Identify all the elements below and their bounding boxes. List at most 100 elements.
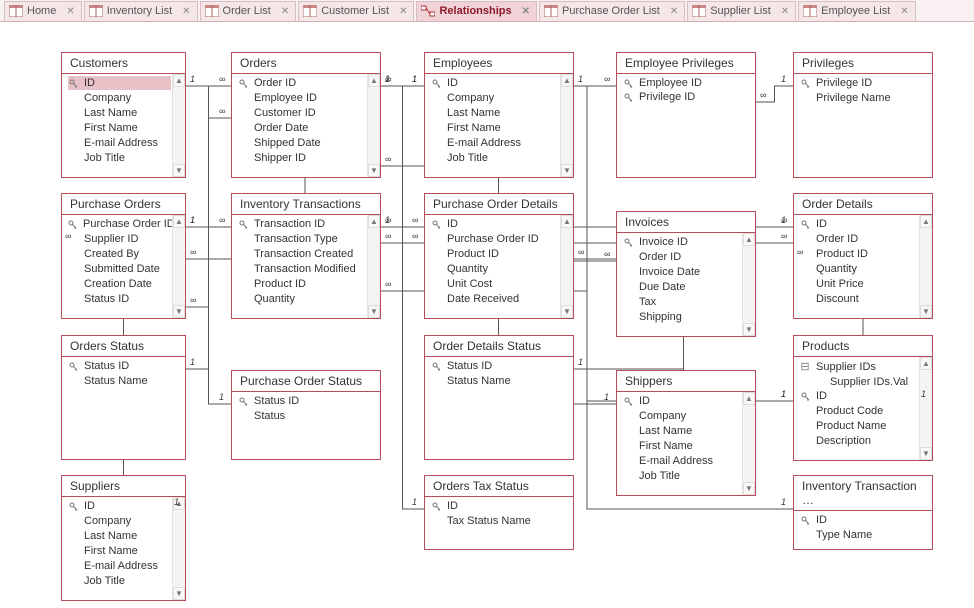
tab-supplier-list[interactable]: Supplier List✕: [687, 1, 796, 21]
entity-order_details_status[interactable]: Order Details Status Status ID🔑Status Nam…: [424, 335, 574, 460]
field-transaction-modified[interactable]: 🔑Transaction Modified: [238, 261, 366, 276]
field-order-id[interactable]: Order ID: [238, 76, 366, 90]
entity-header[interactable]: Orders Status: [62, 336, 185, 357]
field-e-mail-address[interactable]: 🔑E-mail Address: [623, 453, 741, 468]
field-shipping[interactable]: 🔑Shipping: [623, 309, 741, 324]
scroll-up-icon[interactable]: ▲: [920, 215, 932, 228]
entity-header[interactable]: Purchase Orders: [62, 194, 185, 215]
field-creation-date[interactable]: 🔑Creation Date: [68, 276, 171, 291]
field-type-name[interactable]: 🔑Type Name: [800, 527, 918, 542]
scroll-up-icon[interactable]: ▲: [561, 215, 573, 228]
scrollbar[interactable]: ▲▼: [367, 74, 380, 177]
scroll-down-icon[interactable]: ▼: [173, 587, 185, 600]
field-shipped-date[interactable]: 🔑Shipped Date: [238, 135, 366, 150]
field-last-name[interactable]: 🔑Last Name: [623, 423, 741, 438]
field-transaction-created[interactable]: 🔑Transaction Created: [238, 246, 366, 261]
field-transaction-type[interactable]: 🔑Transaction Type: [238, 231, 366, 246]
entity-header[interactable]: Suppliers: [62, 476, 185, 497]
scroll-down-icon[interactable]: ▼: [368, 305, 380, 318]
field-e-mail-address[interactable]: 🔑E-mail Address: [68, 135, 171, 150]
entity-suppliers[interactable]: SuppliersID🔑Company🔑Last Name🔑First Name…: [61, 475, 186, 601]
scrollbar[interactable]: ▲▼: [560, 74, 573, 177]
field-status-name[interactable]: 🔑Status Name: [431, 373, 559, 388]
scroll-down-icon[interactable]: ▼: [743, 482, 755, 495]
field-first-name[interactable]: 🔑First Name: [431, 120, 559, 135]
entity-invoices[interactable]: InvoicesInvoice ID🔑Order ID🔑Invoice Date…: [616, 211, 756, 337]
entity-header[interactable]: Employees: [425, 53, 573, 74]
scroll-up-icon[interactable]: ▲: [368, 215, 380, 228]
entity-header[interactable]: Inventory Transactions: [232, 194, 380, 215]
field-first-name[interactable]: 🔑First Name: [623, 438, 741, 453]
field-customer-id[interactable]: 🔑Customer ID: [238, 105, 366, 120]
field-job-title[interactable]: 🔑Job Title: [431, 150, 559, 165]
field-invoice-date[interactable]: 🔑Invoice Date: [623, 264, 741, 279]
field-job-title[interactable]: 🔑Job Title: [68, 573, 171, 588]
field-id[interactable]: ID: [800, 513, 918, 527]
scrollbar[interactable]: ▲▼: [742, 392, 755, 495]
scroll-up-icon[interactable]: ▲: [173, 215, 185, 228]
entity-inventory_transaction_types[interactable]: Inventory Transaction … ID🔑Type Name: [793, 475, 933, 550]
field-e-mail-address[interactable]: 🔑E-mail Address: [431, 135, 559, 150]
scroll-down-icon[interactable]: ▼: [173, 305, 185, 318]
field-employee-id[interactable]: Employee ID: [623, 76, 741, 90]
entity-header[interactable]: Privileges: [794, 53, 932, 74]
field-product-code[interactable]: 🔑Product Code: [800, 403, 918, 418]
tab-close-icon[interactable]: ✕: [399, 6, 407, 17]
field-product-id[interactable]: 🔑Product ID: [431, 246, 559, 261]
field-status[interactable]: 🔑Status: [238, 408, 366, 423]
field-unit-cost[interactable]: 🔑Unit Cost: [431, 276, 559, 291]
field-quantity[interactable]: 🔑Quantity: [238, 291, 366, 306]
field-id[interactable]: ID: [623, 394, 741, 408]
scroll-up-icon[interactable]: ▲: [561, 74, 573, 87]
field-id[interactable]: ID: [68, 499, 171, 513]
scrollbar[interactable]: ▲▼: [742, 233, 755, 336]
tab-close-icon[interactable]: ✕: [182, 6, 190, 17]
tab-employee-list[interactable]: Employee List✕: [798, 1, 915, 21]
scrollbar[interactable]: ▲▼: [919, 357, 932, 460]
field-job-title[interactable]: 🔑Job Title: [68, 150, 171, 165]
entity-header[interactable]: Orders Tax Status: [425, 476, 573, 497]
tab-close-icon[interactable]: ✕: [281, 6, 289, 17]
tab-close-icon[interactable]: ✕: [781, 6, 789, 17]
tab-relationships[interactable]: Relationships✕: [416, 1, 537, 21]
entity-header[interactable]: Products: [794, 336, 932, 357]
scrollbar[interactable]: ▲▼: [367, 215, 380, 318]
scroll-up-icon[interactable]: ▲: [368, 74, 380, 87]
field-last-name[interactable]: 🔑Last Name: [68, 105, 171, 120]
field-product-id[interactable]: 🔑Product ID: [238, 276, 366, 291]
entity-shippers[interactable]: ShippersID🔑Company🔑Last Name🔑First Name🔑…: [616, 370, 756, 496]
field-description[interactable]: 🔑Description: [800, 433, 918, 448]
field-id[interactable]: ID: [431, 76, 559, 90]
scroll-down-icon[interactable]: ▼: [920, 447, 932, 460]
field-company[interactable]: 🔑Company: [68, 513, 171, 528]
field-due-date[interactable]: 🔑Due Date: [623, 279, 741, 294]
entity-customers[interactable]: CustomersID🔑Company🔑Last Name🔑First Name…: [61, 52, 186, 178]
relationships-canvas[interactable]: CustomersID🔑Company🔑Last Name🔑First Name…: [0, 22, 974, 608]
field-created-by[interactable]: 🔑Created By: [68, 246, 171, 261]
entity-header[interactable]: Order Details Status: [425, 336, 573, 357]
scroll-down-icon[interactable]: ▼: [368, 164, 380, 177]
tab-customer-list[interactable]: Customer List✕: [298, 1, 414, 21]
field-last-name[interactable]: 🔑Last Name: [68, 528, 171, 543]
scroll-down-icon[interactable]: ▼: [920, 305, 932, 318]
tab-close-icon[interactable]: ✕: [522, 6, 530, 17]
scrollbar[interactable]: ▲▼: [560, 215, 573, 318]
scroll-down-icon[interactable]: ▼: [743, 323, 755, 336]
field-submitted-date[interactable]: 🔑Submitted Date: [68, 261, 171, 276]
field-date-received[interactable]: 🔑Date Received: [431, 291, 559, 306]
scroll-down-icon[interactable]: ▼: [173, 164, 185, 177]
entity-purchase_order_details[interactable]: Purchase Order DetailsID🔑Purchase Order …: [424, 193, 574, 319]
entity-header[interactable]: Inventory Transaction …: [794, 476, 932, 511]
entity-employees[interactable]: EmployeesID🔑Company🔑Last Name🔑First Name…: [424, 52, 574, 178]
field-company[interactable]: 🔑Company: [431, 90, 559, 105]
field-product-id[interactable]: 🔑Product ID: [800, 246, 918, 261]
field-privilege-id[interactable]: Privilege ID: [623, 90, 741, 104]
scroll-down-icon[interactable]: ▼: [561, 305, 573, 318]
scroll-up-icon[interactable]: ▲: [173, 497, 185, 510]
field-shipper-id[interactable]: 🔑Shipper ID: [238, 150, 366, 165]
field-company[interactable]: 🔑Company: [623, 408, 741, 423]
entity-orders_tax_status[interactable]: Orders Tax StatusID🔑Tax Status Name: [424, 475, 574, 550]
field-id[interactable]: ID: [800, 217, 918, 231]
field-status-id[interactable]: Status ID: [431, 359, 559, 373]
entity-header[interactable]: Orders: [232, 53, 380, 74]
